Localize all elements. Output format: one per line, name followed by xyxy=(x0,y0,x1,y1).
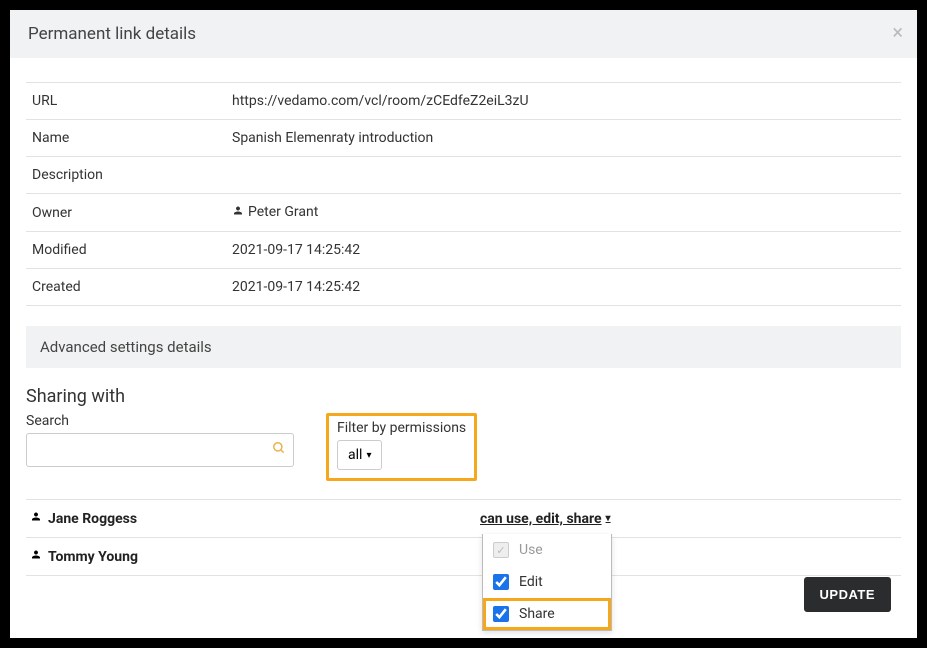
description-label: Description xyxy=(26,157,226,194)
filter-column: Filter by permissions all ▾ xyxy=(326,413,477,481)
sharing-heading: Sharing with xyxy=(26,386,901,407)
modal-content: URL https://vedamo.com/vcl/room/zCEdfeZ2… xyxy=(10,58,917,576)
advanced-settings-header[interactable]: Advanced settings details xyxy=(26,326,901,368)
caret-down-icon: ▾ xyxy=(366,450,371,461)
search-icon[interactable] xyxy=(272,441,286,459)
url-label: URL xyxy=(26,83,226,120)
person-icon xyxy=(30,548,42,565)
url-value: https://vedamo.com/vcl/room/zCEdfeZ2eiL3… xyxy=(226,83,901,120)
share-list: Jane Roggess can use, edit, share ▾ ✓ Us… xyxy=(26,499,901,576)
caret-down-icon: ▾ xyxy=(606,513,611,524)
filter-permissions-select[interactable]: all ▾ xyxy=(337,440,382,470)
advanced-settings-title: Advanced settings details xyxy=(40,338,212,356)
details-table: URL https://vedamo.com/vcl/room/zCEdfeZ2… xyxy=(26,82,901,306)
filter-value: all xyxy=(348,447,362,463)
perm-filter-highlight: Filter by permissions all ▾ xyxy=(326,413,477,481)
user-name-text: Tommy Young xyxy=(48,549,138,565)
owner-label: Owner xyxy=(26,194,226,232)
share-user-name: Tommy Young xyxy=(30,548,480,565)
row-name: Name Spanish Elemenraty introduction xyxy=(26,120,901,157)
permission-text: can use, edit, share xyxy=(480,511,602,527)
filters-row: Search Filter by permissions all ▾ xyxy=(26,413,901,481)
created-label: Created xyxy=(26,269,226,306)
perm-option-edit[interactable]: Edit xyxy=(483,566,611,598)
row-url: URL https://vedamo.com/vcl/room/zCEdfeZ2… xyxy=(26,83,901,120)
modified-value: 2021-09-17 14:25:42 xyxy=(226,232,901,269)
row-owner: Owner Peter Grant xyxy=(26,194,901,232)
name-value: Spanish Elemenraty introduction xyxy=(226,120,901,157)
perm-use-label: Use xyxy=(519,542,543,558)
perm-option-use[interactable]: ✓ Use xyxy=(483,534,611,566)
perm-edit-label: Edit xyxy=(519,574,543,590)
permission-dropdown-toggle[interactable]: can use, edit, share ▾ xyxy=(480,511,611,527)
perm-share-label: Share xyxy=(519,606,555,622)
search-column: Search xyxy=(26,413,294,467)
checkbox-edit[interactable] xyxy=(493,574,509,590)
search-label: Search xyxy=(26,413,294,429)
owner-name: Peter Grant xyxy=(248,204,318,220)
close-icon[interactable]: × xyxy=(892,20,903,44)
person-icon xyxy=(232,204,244,221)
filter-label: Filter by permissions xyxy=(337,420,466,436)
person-icon xyxy=(30,510,42,527)
modal-header: Permanent link details × xyxy=(10,10,917,58)
modal-title: Permanent link details xyxy=(28,24,196,44)
search-wrap xyxy=(26,433,294,467)
checkbox-share[interactable] xyxy=(493,606,509,622)
row-description: Description xyxy=(26,157,901,194)
checkbox-use-disabled: ✓ xyxy=(493,542,509,558)
update-button[interactable]: UPDATE xyxy=(804,577,891,612)
user-name-text: Jane Roggess xyxy=(48,511,137,527)
name-label: Name xyxy=(26,120,226,157)
search-input[interactable] xyxy=(26,433,294,467)
permission-dropdown-menu: ✓ Use Edit Share xyxy=(482,534,612,631)
description-value xyxy=(226,157,901,194)
created-value: 2021-09-17 14:25:42 xyxy=(226,269,901,306)
modified-label: Modified xyxy=(26,232,226,269)
perm-option-share[interactable]: Share xyxy=(483,598,611,630)
share-row-jane: Jane Roggess can use, edit, share ▾ ✓ Us… xyxy=(26,499,901,538)
owner-value: Peter Grant xyxy=(226,194,901,232)
share-row-tommy: Tommy Young xyxy=(26,538,901,576)
share-user-name: Jane Roggess xyxy=(30,510,480,527)
row-created: Created 2021-09-17 14:25:42 xyxy=(26,269,901,306)
row-modified: Modified 2021-09-17 14:25:42 xyxy=(26,232,901,269)
